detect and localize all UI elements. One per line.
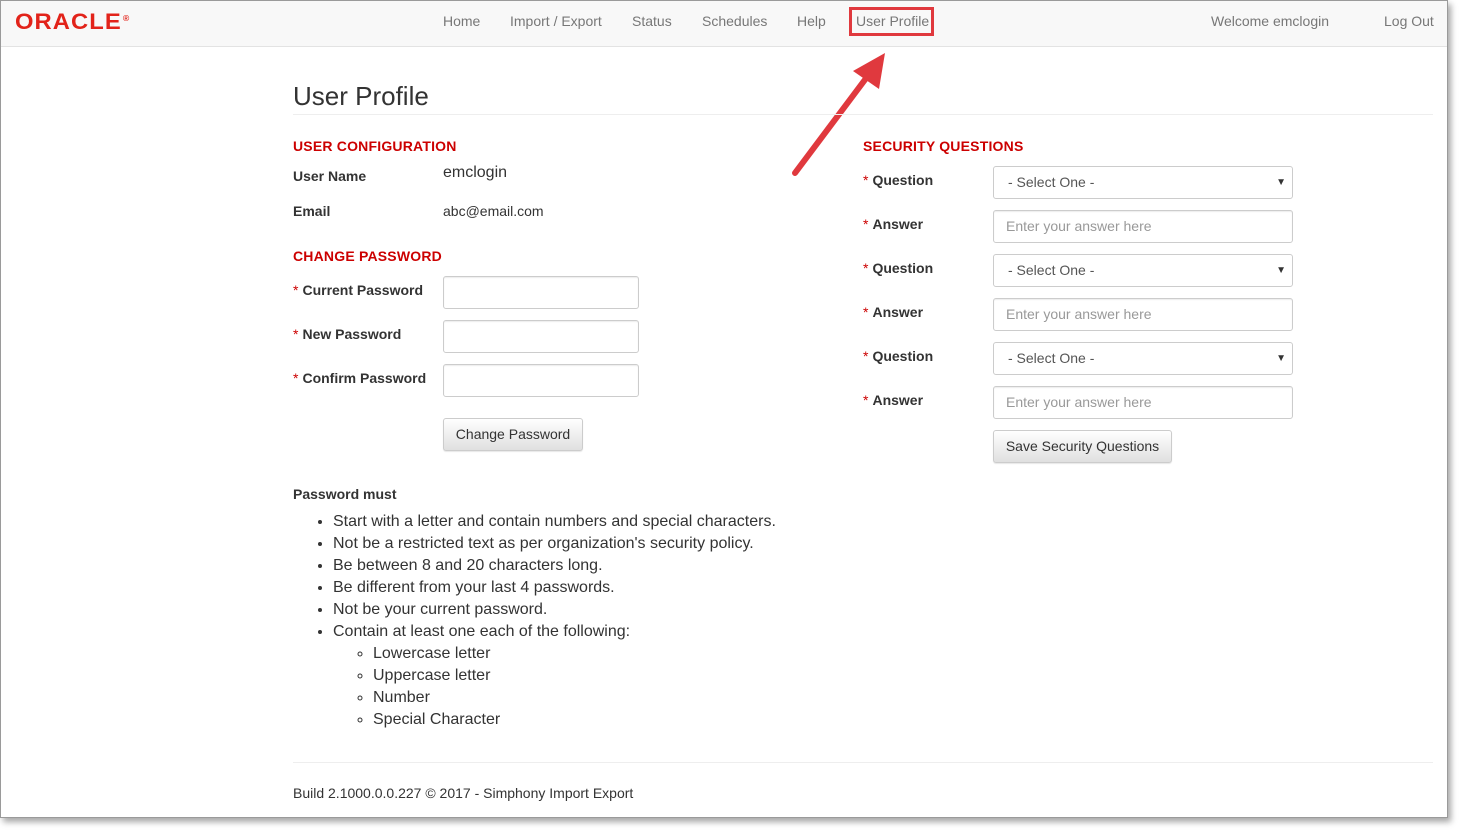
oracle-logo[interactable]: ORACLE® xyxy=(15,9,130,35)
password-rules-list: Start with a letter and contain numbers … xyxy=(293,511,776,731)
question-label-2: * Question xyxy=(863,260,934,276)
question-select-3[interactable]: - Select One - ▼ xyxy=(993,342,1293,375)
question-label-1: * Question xyxy=(863,172,934,188)
nav-help[interactable]: Help xyxy=(797,13,826,29)
question-label-3: * Question xyxy=(863,348,934,364)
title-divider xyxy=(293,114,1433,115)
nav-status[interactable]: Status xyxy=(632,13,672,29)
answer-field-2[interactable]: Enter your answer here xyxy=(993,298,1293,331)
nav-schedules[interactable]: Schedules xyxy=(702,13,767,29)
required-mark: * xyxy=(293,370,299,386)
required-mark: * xyxy=(293,282,299,298)
highlight-box xyxy=(849,7,934,36)
list-item: Not be a restricted text as per organiza… xyxy=(333,533,776,555)
username-value: emclogin xyxy=(443,164,508,181)
chevron-down-icon: ▼ xyxy=(1276,265,1286,276)
current-password-field[interactable] xyxy=(443,276,639,309)
username-label: User Name xyxy=(293,168,367,184)
page-title: User Profile xyxy=(293,81,429,112)
list-item: Uppercase letter xyxy=(373,665,776,687)
new-password-label: * New Password xyxy=(293,326,402,342)
question-select-1[interactable]: - Select One - ▼ xyxy=(993,166,1293,199)
footer-divider xyxy=(293,762,1433,763)
top-navbar: ORACLE® Home Import / Export Status Sche… xyxy=(1,1,1447,47)
list-item: Number xyxy=(373,687,776,709)
new-password-field[interactable] xyxy=(443,320,639,353)
email-value: abc@email.com xyxy=(443,203,544,219)
confirm-password-field[interactable] xyxy=(443,364,639,397)
answer-label-2: * Answer xyxy=(863,304,924,320)
list-item: Special Character xyxy=(373,709,776,731)
required-mark: * xyxy=(863,348,869,364)
user-configuration-heading: USER CONFIGURATION xyxy=(293,138,457,154)
logout-link[interactable]: Log Out xyxy=(1384,13,1434,29)
confirm-password-label: * Confirm Password xyxy=(293,370,427,386)
footer-text: Build 2.1000.0.0.227 © 2017 - Simphony I… xyxy=(293,785,634,801)
required-mark: * xyxy=(863,260,869,276)
list-item: Be different from your last 4 passwords. xyxy=(333,577,776,599)
answer-label-3: * Answer xyxy=(863,392,924,408)
security-questions-heading: SECURITY QUESTIONS xyxy=(863,138,1024,154)
nav-home[interactable]: Home xyxy=(443,13,480,29)
nav-import-export[interactable]: Import / Export xyxy=(510,13,602,29)
current-password-label: * Current Password xyxy=(293,282,424,298)
required-mark: * xyxy=(863,392,869,408)
app-window: ORACLE® Home Import / Export Status Sche… xyxy=(0,0,1448,818)
chevron-down-icon: ▼ xyxy=(1276,177,1286,188)
list-item: Be between 8 and 20 characters long. xyxy=(333,555,776,577)
answer-field-3[interactable]: Enter your answer here xyxy=(993,386,1293,419)
required-mark: * xyxy=(863,304,869,320)
required-mark: * xyxy=(863,172,869,188)
answer-label-1: * Answer xyxy=(863,216,924,232)
change-password-heading: CHANGE PASSWORD xyxy=(293,248,442,264)
annotation-arrow-icon xyxy=(792,53,885,176)
required-mark: * xyxy=(863,216,869,232)
chevron-down-icon: ▼ xyxy=(1276,353,1286,364)
change-password-button[interactable]: Change Password xyxy=(443,418,583,451)
list-item: Contain at least one each of the followi… xyxy=(333,621,776,731)
list-item: Not be your current password. xyxy=(333,599,776,621)
welcome-text: Welcome emclogin xyxy=(1211,13,1330,29)
answer-field-1[interactable]: Enter your answer here xyxy=(993,210,1293,243)
required-mark: * xyxy=(293,326,299,342)
question-select-2[interactable]: - Select One - ▼ xyxy=(993,254,1293,287)
password-rules-title: Password must xyxy=(293,486,397,502)
email-label: Email xyxy=(293,203,331,219)
list-item: Start with a letter and contain numbers … xyxy=(333,511,776,533)
list-item: Lowercase letter xyxy=(373,643,776,665)
save-security-questions-button[interactable]: Save Security Questions xyxy=(993,430,1172,463)
password-rules-sublist: Lowercase letter Uppercase letter Number… xyxy=(333,643,776,731)
